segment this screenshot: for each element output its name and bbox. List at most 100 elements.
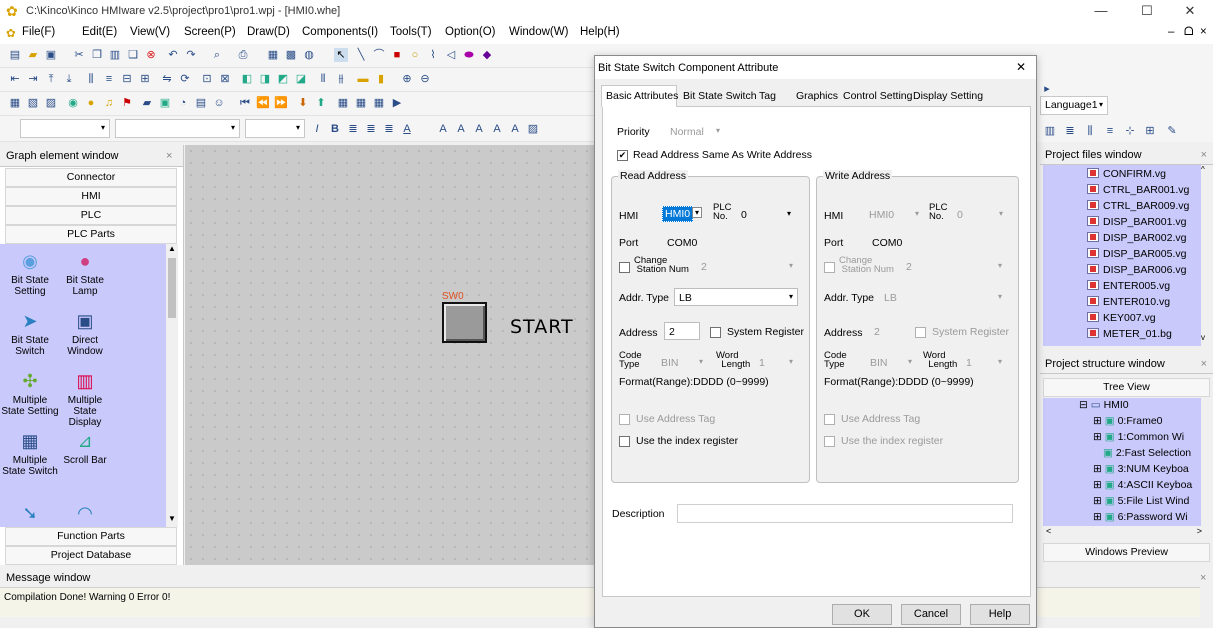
part-multiple-state-switch[interactable]: ▦ Multiple State Switch [1, 430, 59, 477]
vbar-icon[interactable]: ▮ [374, 72, 388, 86]
close-icon[interactable]: × [1201, 149, 1207, 161]
dialog-close-icon[interactable]: ✕ [1016, 60, 1026, 74]
category-project-database[interactable]: Project Database [5, 546, 177, 565]
menu-option[interactable]: Option(O) [445, 26, 496, 38]
image-icon[interactable]: ▨ [526, 122, 540, 136]
part-bit-state-lamp[interactable]: ● Bit State Lamp [56, 250, 114, 297]
read-system-register-checkbox[interactable] [710, 327, 721, 338]
polygon-icon[interactable]: ◁ [444, 48, 458, 62]
ungroup-icon[interactable]: ⊠ [218, 72, 232, 86]
close-icon[interactable]: × [1200, 572, 1206, 584]
write-use-tag-checkbox[interactable] [824, 414, 835, 425]
menu-tools[interactable]: Tools(T) [390, 26, 432, 38]
tree-node[interactable]: ⊞ ▣ 5:File List Wind [1093, 494, 1189, 508]
maximize-button[interactable]: ☐ [1124, 0, 1170, 22]
grid-icon[interactable]: ▦ [372, 96, 386, 110]
file-item[interactable]: DISP_BAR002.vg [1087, 231, 1186, 245]
label3-icon[interactable]: A [508, 122, 522, 136]
columns-icon[interactable]: ⫼ [1083, 124, 1097, 138]
trend-icon[interactable]: ▰ [140, 96, 154, 110]
windows-preview-button[interactable]: Windows Preview [1043, 543, 1210, 562]
scroll-up-icon[interactable]: ▲ [168, 244, 176, 253]
bell-icon[interactable]: ♫ [102, 96, 116, 110]
table-icon[interactable]: ▥ [1043, 124, 1057, 138]
recipe-icon[interactable]: ▤ [194, 96, 208, 110]
chevron-down-icon[interactable]: ▾ [691, 207, 702, 218]
write-address-input[interactable]: 2 [869, 322, 905, 340]
tab-display-setting[interactable]: Display Setting [913, 90, 983, 102]
close-icon[interactable]: × [166, 150, 172, 162]
align-bottom-icon[interactable]: ⤓ [62, 72, 76, 86]
group-icon[interactable]: ⊡ [200, 72, 214, 86]
step-next-icon[interactable]: ⏩ [274, 96, 288, 110]
polyline-icon[interactable]: ⌇ [426, 48, 440, 62]
pattern-icon[interactable]: ⊹ [1123, 124, 1137, 138]
light-icon[interactable]: ● [84, 96, 98, 110]
tree-node[interactable]: ▣ 2:Fast Selection [1103, 446, 1191, 460]
paste-icon[interactable]: ▥ [108, 48, 122, 62]
read-use-tag-checkbox[interactable] [619, 414, 630, 425]
label2-icon[interactable]: A [490, 122, 504, 136]
same-width-icon[interactable]: ⊟ [120, 72, 134, 86]
ellipse-icon[interactable]: ⬬ [462, 48, 476, 62]
redo-icon[interactable]: ↷ [184, 48, 198, 62]
category-plc[interactable]: PLC [5, 206, 177, 225]
tree-view-button[interactable]: Tree View [1043, 378, 1210, 397]
category-hmi[interactable]: HMI [5, 187, 177, 206]
part-multiple-state-setting[interactable]: ✣ Multiple State Setting [1, 370, 59, 417]
part-direct-window[interactable]: ▣ Direct Window [56, 310, 114, 357]
cut-icon[interactable]: ✂ [72, 48, 86, 62]
rows-icon[interactable]: ≡ [1103, 124, 1117, 138]
category-function-parts[interactable]: Function Parts [5, 527, 177, 546]
doc-close-button[interactable]: × [1200, 26, 1207, 38]
step-prev-icon[interactable]: ⏪ [256, 96, 270, 110]
priority-select[interactable]: Normal ▾ [665, 122, 725, 140]
tab-bit-state-switch[interactable]: Bit State Switch [683, 90, 757, 102]
font-combo[interactable]: ▾ [20, 119, 110, 138]
write-system-register-checkbox[interactable] [915, 327, 926, 338]
run-icon[interactable]: ▶ [390, 96, 404, 110]
layer-up-icon[interactable]: ◧ [240, 72, 254, 86]
bar-icon[interactable]: ▬ [356, 72, 370, 86]
align-right-icon[interactable]: ⇥ [26, 72, 40, 86]
pointer-icon[interactable]: ↖ [334, 48, 348, 62]
frame-icon[interactable]: ▧ [26, 96, 40, 110]
text-tool-icon[interactable]: A [436, 122, 450, 136]
file-item[interactable]: DISP_BAR006.vg [1087, 263, 1186, 277]
new-icon[interactable]: ▤ [8, 48, 22, 62]
simulate-icon[interactable]: ▩ [284, 48, 298, 62]
tree-node[interactable]: ⊞ ▣ 0:Frame0 [1093, 414, 1163, 428]
write-word-length-select[interactable]: 1 ▾ [961, 353, 1007, 371]
help-button[interactable]: Help [970, 604, 1030, 625]
description-input[interactable] [677, 504, 1013, 523]
diamond-icon[interactable]: ◆ [480, 48, 494, 62]
write-station-select[interactable]: 2 ▾ [901, 257, 1007, 275]
read-hmi-select[interactable]: HMI0 ▾ [659, 205, 705, 223]
download-icon[interactable]: ⬇ [296, 96, 310, 110]
write-change-station-checkbox[interactable] [824, 262, 835, 273]
part-scroll-bar[interactable]: ⊿ Scroll Bar [56, 430, 114, 466]
align-right-text-icon[interactable]: ≣ [382, 122, 396, 136]
tree-node[interactable]: ⊞ ▣ 4:ASCII Keyboa [1093, 478, 1192, 492]
part-more-1[interactable]: ➘ [1, 502, 59, 527]
write-index-register-checkbox[interactable] [824, 436, 835, 447]
help-icon[interactable]: ◍ [302, 48, 316, 62]
file-item[interactable]: CTRL_BAR001.vg [1087, 183, 1189, 197]
doc-minimize-button[interactable]: – [1168, 26, 1174, 38]
close-icon[interactable]: × [1201, 358, 1207, 370]
find-icon[interactable]: ⌕ [210, 48, 224, 62]
bit-state-switch-button[interactable] [442, 302, 487, 343]
menu-draw[interactable]: Draw(D) [247, 26, 290, 38]
list-icon[interactable]: ≣ [1063, 124, 1077, 138]
copy-icon[interactable]: ❐ [90, 48, 104, 62]
cancel-button[interactable]: Cancel [901, 604, 961, 625]
file-item[interactable]: DISP_BAR001.vg [1087, 215, 1186, 229]
menu-components[interactable]: Components(I) [302, 26, 378, 38]
scroll-thumb[interactable] [168, 258, 176, 318]
write-code-type-select[interactable]: BIN ▾ [865, 353, 917, 371]
tab-control-setting[interactable]: Control Setting [843, 90, 912, 102]
doc-restore-button[interactable]: ᗝ [1184, 26, 1194, 39]
online-sim-icon[interactable]: ▦ [354, 96, 368, 110]
menu-window[interactable]: Window(W) [509, 26, 568, 38]
text-box-icon[interactable]: A [454, 122, 468, 136]
